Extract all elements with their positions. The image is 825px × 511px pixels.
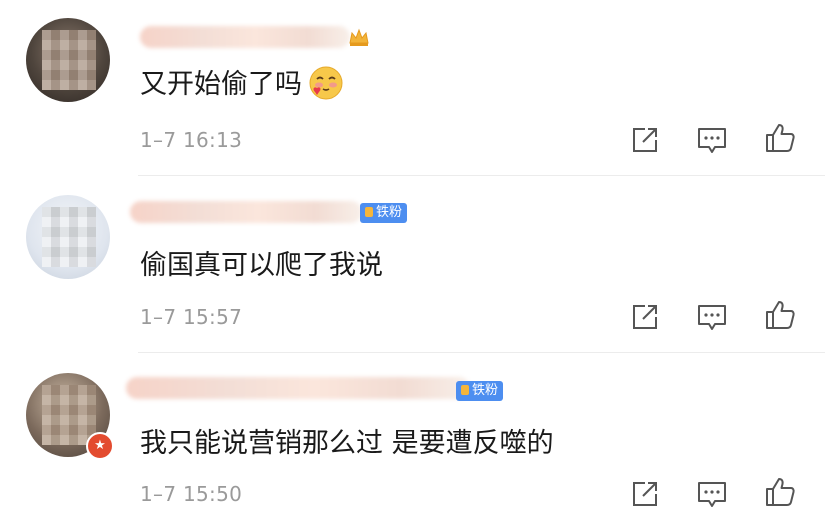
reply-button[interactable] [695, 477, 729, 511]
like-button[interactable] [763, 475, 797, 509]
medal-icon [365, 207, 373, 217]
like-button[interactable] [763, 298, 797, 332]
avatar[interactable] [26, 18, 110, 102]
reply-button[interactable] [695, 300, 729, 334]
blush-heart-emoji-icon [309, 66, 343, 100]
thumbs-up-icon [766, 301, 795, 329]
share-icon [633, 128, 657, 152]
comment-timestamp: 1–7 15:50 [140, 482, 243, 506]
comment-timestamp: 1–7 16:13 [140, 128, 243, 152]
thumbs-up-icon [766, 478, 795, 506]
username-blurred[interactable] [130, 201, 362, 223]
thumbs-up-icon [766, 124, 795, 152]
reply-button[interactable] [695, 123, 729, 157]
comment-timestamp: 1–7 15:57 [140, 305, 243, 329]
share-icon [633, 482, 657, 506]
share-icon [633, 305, 657, 329]
crown-icon [349, 28, 369, 46]
comment-icon [698, 305, 726, 330]
like-button[interactable] [763, 121, 797, 155]
username-blurred[interactable] [126, 377, 470, 399]
comment-text: 我只能说营销那么过 是要遭反噬的 [140, 428, 554, 459]
medal-icon [461, 385, 469, 395]
fan-badge: 铁粉 [360, 203, 408, 223]
verified-badge: ★ [86, 432, 114, 460]
divider [138, 175, 825, 176]
divider [138, 352, 825, 353]
share-button[interactable] [628, 477, 662, 511]
share-button[interactable] [628, 123, 662, 157]
comment-feed: 又开始偷了吗 1–7 16:13 铁粉 偷国真可以爬了我说 1–7 15:57 … [0, 0, 825, 511]
avatar[interactable] [26, 195, 110, 279]
share-button[interactable] [628, 300, 662, 334]
comment-text: 偷国真可以爬了我说 [140, 250, 383, 281]
fan-badge: 铁粉 [456, 381, 504, 401]
comment-text: 又开始偷了吗 [140, 62, 344, 101]
comment-icon [698, 128, 726, 153]
username-blurred[interactable] [140, 26, 350, 48]
comment-icon [698, 482, 726, 507]
